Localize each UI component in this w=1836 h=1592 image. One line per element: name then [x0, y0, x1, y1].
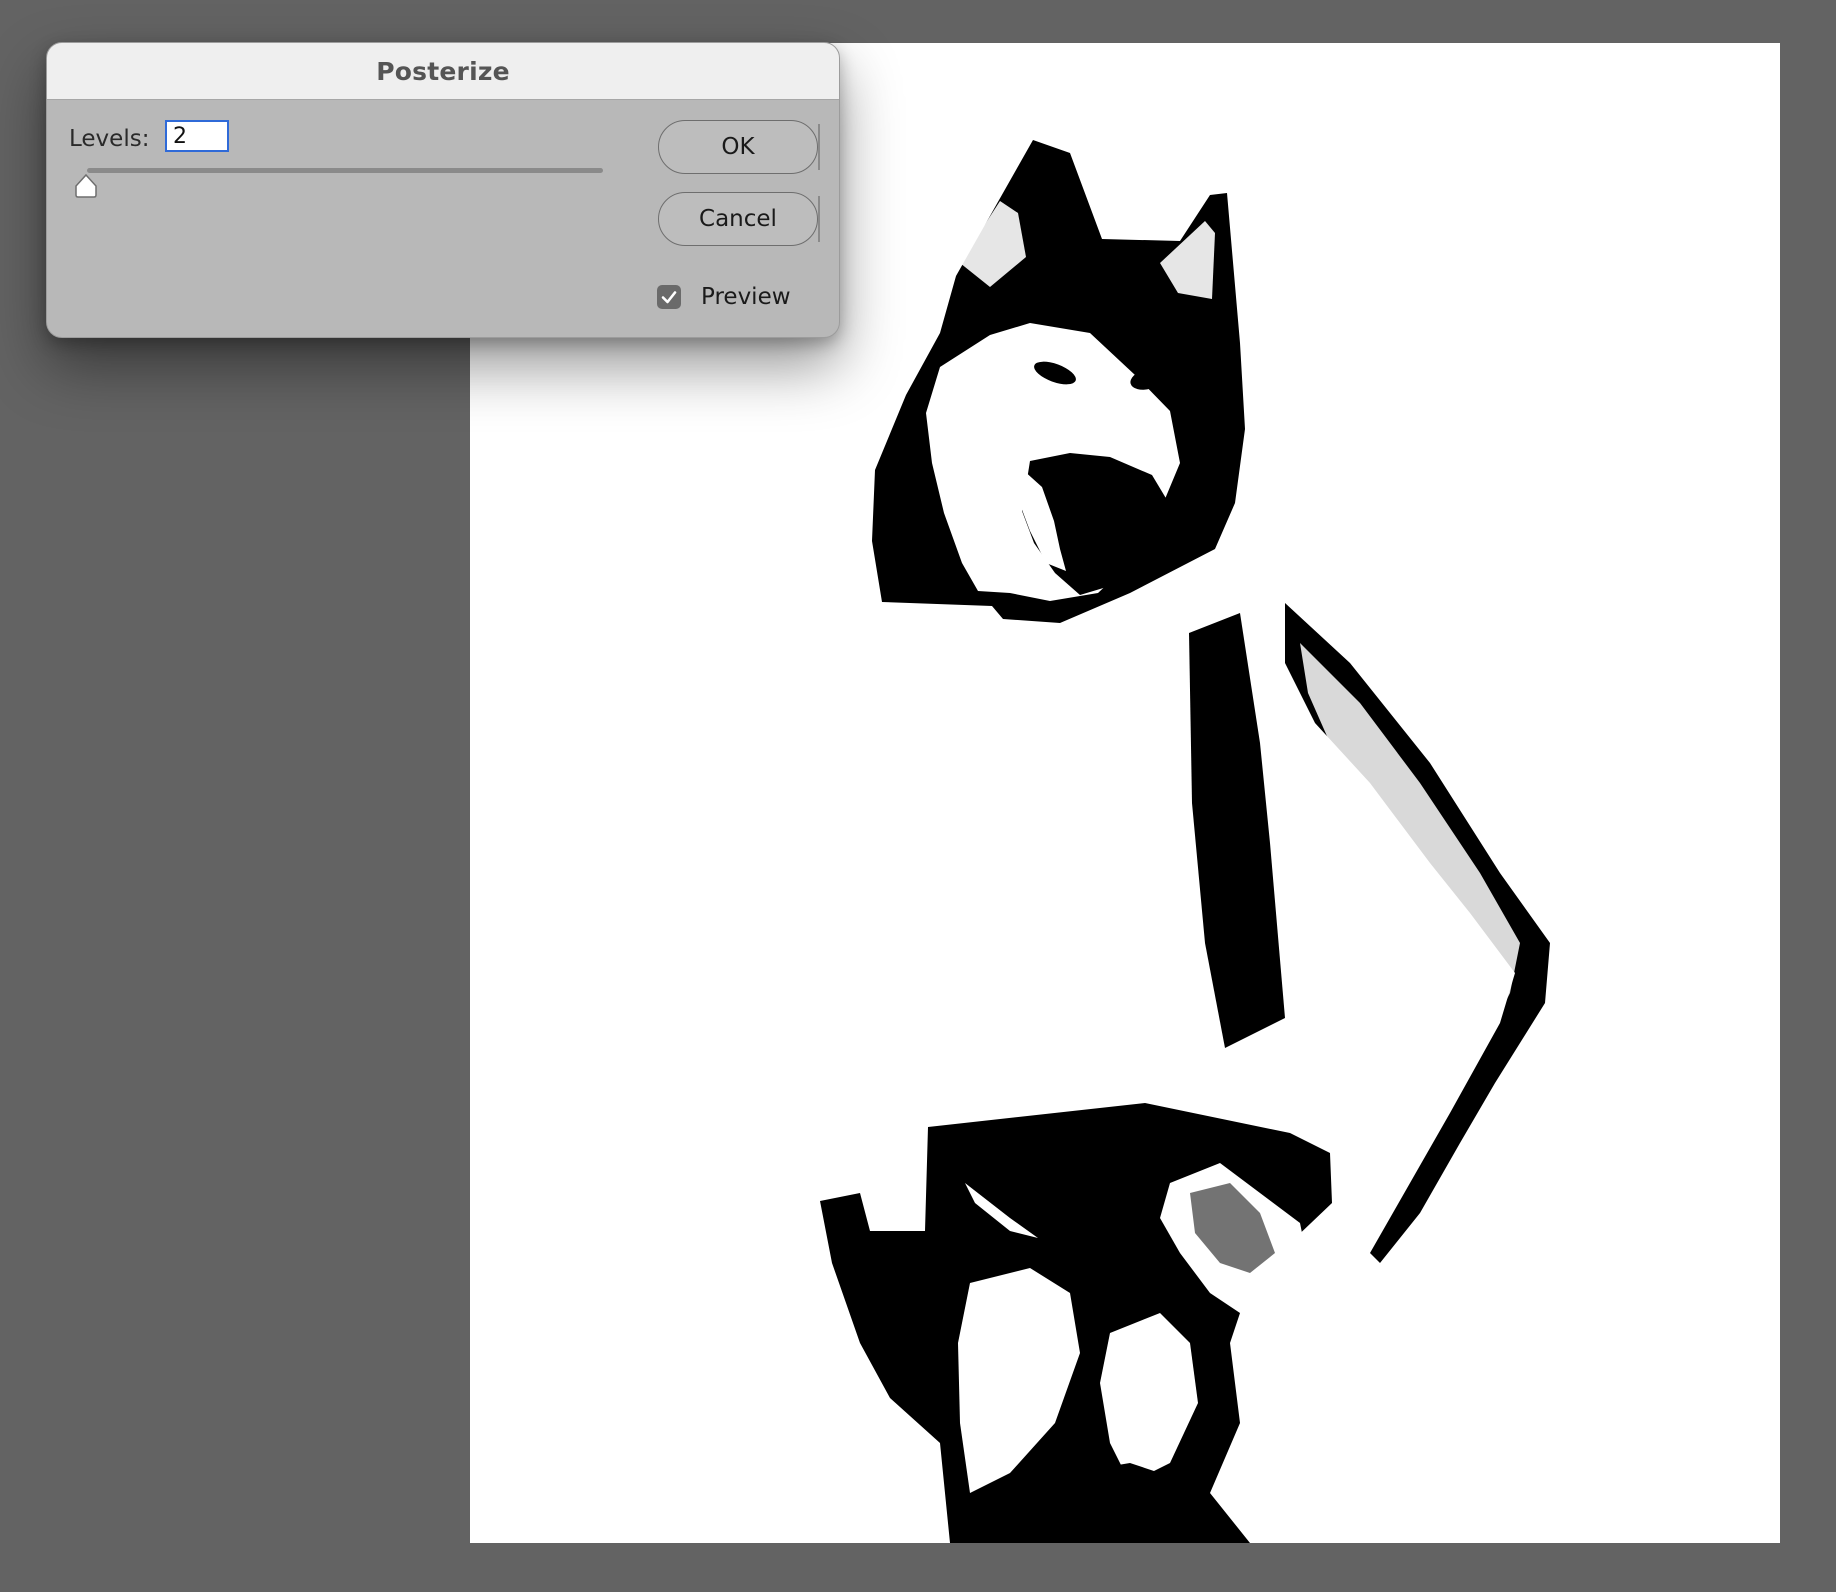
preview-label[interactable]: Preview: [701, 284, 791, 310]
preview-checkbox[interactable]: [657, 285, 681, 309]
cancel-button-edge: [818, 196, 820, 242]
levels-label: Levels:: [69, 126, 150, 152]
ok-button[interactable]: OK: [658, 120, 818, 174]
cancel-button[interactable]: Cancel: [658, 192, 818, 246]
levels-slider-track[interactable]: [87, 168, 603, 173]
ok-button-label: OK: [721, 134, 755, 160]
slider-thumb-icon: [75, 173, 97, 198]
image-arm-highlight: [1300, 643, 1520, 1203]
dialog-titlebar[interactable]: Posterize: [47, 43, 839, 100]
image-strap: [1189, 613, 1285, 1048]
cancel-button-label: Cancel: [699, 206, 777, 232]
levels-slider-thumb[interactable]: [73, 173, 99, 199]
levels-input[interactable]: [165, 120, 229, 152]
workspace: Posterize Levels: OK Cancel Preview: [0, 0, 1836, 1592]
ok-button-edge: [818, 124, 820, 170]
checkmark-icon: [661, 291, 677, 304]
dialog-title: Posterize: [376, 56, 510, 86]
posterize-dialog: Posterize Levels: OK Cancel Preview: [46, 42, 840, 338]
